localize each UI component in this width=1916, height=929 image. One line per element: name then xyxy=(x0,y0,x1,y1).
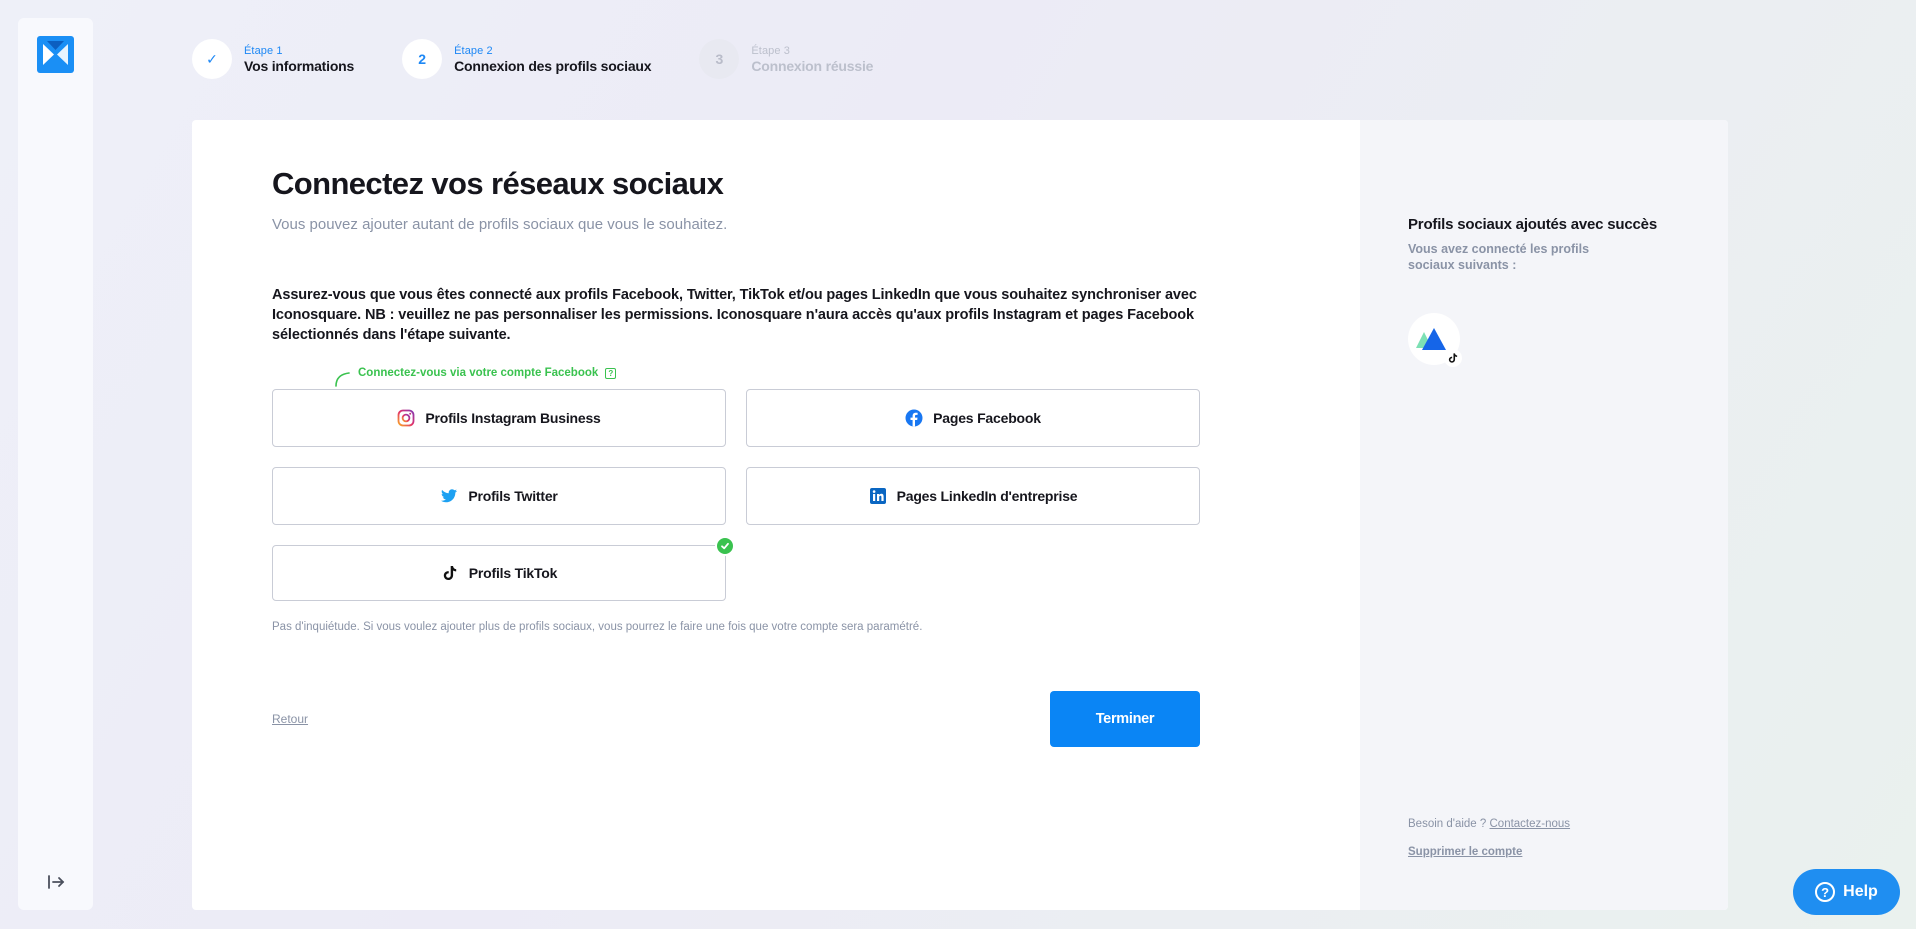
twitter-icon xyxy=(441,489,458,503)
step-3-marker: 3 xyxy=(699,39,740,79)
side-footer: Besoin d'aide ? Contactez-nous Supprimer… xyxy=(1408,818,1570,874)
side-subtitle: Vous avez connecté les profils sociaux s… xyxy=(1408,242,1590,272)
contact-link[interactable]: Contactez-nous xyxy=(1490,818,1571,830)
step-1: ✓ Étape 1 Vos informations xyxy=(192,39,354,79)
connect-panel: Connectez vos réseaux sociaux Vous pouve… xyxy=(192,120,1360,910)
facebook-hint: Connectez-vous via votre compte Facebook… xyxy=(334,365,1360,387)
iconosquare-logo[interactable] xyxy=(37,36,74,73)
tiktok-badge-icon xyxy=(1444,349,1462,367)
step-2-label: Étape 2 xyxy=(454,44,493,57)
finish-button[interactable]: Terminer xyxy=(1050,691,1200,747)
linkedin-button[interactable]: Pages LinkedIn d'entreprise xyxy=(746,467,1200,525)
step-2-title: Connexion des profils sociaux xyxy=(454,57,652,74)
logout-icon[interactable] xyxy=(46,872,66,892)
step-3: 3 Étape 3 Connexion réussie xyxy=(699,39,873,79)
step-3-title: Connexion réussie xyxy=(751,57,874,74)
twitter-button[interactable]: Profils Twitter xyxy=(272,467,726,525)
onboarding-card: Connectez vos réseaux sociaux Vous pouve… xyxy=(192,120,1728,910)
sidebar xyxy=(18,18,93,910)
help-prefix: Besoin d'aide ? xyxy=(1408,818,1487,830)
help-button-label: Help xyxy=(1843,883,1878,900)
connected-profiles-panel: Profils sociaux ajoutés avec succès Vous… xyxy=(1360,120,1728,910)
facebook-button[interactable]: Pages Facebook xyxy=(746,389,1200,447)
help-button[interactable]: ? Help xyxy=(1793,869,1900,915)
facebook-hint-text: Connectez-vous via votre compte Facebook xyxy=(358,367,599,379)
page-subtitle: Vous pouvez ajouter autant de profils so… xyxy=(272,216,728,233)
instagram-button[interactable]: Profils Instagram Business xyxy=(272,389,726,447)
facebook-icon xyxy=(905,409,923,427)
tiktok-button-label: Profils TikTok xyxy=(468,565,558,581)
linkedin-button-label: Pages LinkedIn d'entreprise xyxy=(896,488,1078,504)
instructions-text: Assurez-vous que vous êtes connecté aux … xyxy=(272,287,1197,343)
step-1-marker: ✓ xyxy=(192,39,232,79)
facebook-button-label: Pages Facebook xyxy=(933,410,1041,426)
connected-profile-avatar xyxy=(1408,313,1462,367)
page-title: Connectez vos réseaux sociaux xyxy=(272,166,724,201)
reassurance-note: Pas d'inquiétude. Si vous voulez ajouter… xyxy=(272,621,923,633)
help-row: Besoin d'aide ? Contactez-nous xyxy=(1408,818,1570,830)
step-3-label: Étape 3 xyxy=(751,44,790,57)
footer-actions: Retour Terminer xyxy=(272,691,1200,747)
step-1-label: Étape 1 xyxy=(244,44,283,57)
connected-check-icon xyxy=(715,536,735,556)
tiktok-icon xyxy=(443,566,456,580)
step-1-title: Vos informations xyxy=(244,57,355,74)
step-2: 2 Étape 2 Connexion des profils sociaux xyxy=(402,39,652,79)
delete-account-link[interactable]: Supprimer le compte xyxy=(1408,846,1522,858)
step-2-marker: 2 xyxy=(402,39,443,79)
social-buttons: Profils Instagram Business Pages Faceboo… xyxy=(272,389,1200,601)
instagram-icon xyxy=(397,409,415,427)
side-title: Profils sociaux ajoutés avec succès xyxy=(1408,216,1657,233)
back-link[interactable]: Retour xyxy=(272,712,308,726)
instagram-button-label: Profils Instagram Business xyxy=(425,410,601,426)
curved-arrow-icon xyxy=(335,372,350,387)
question-icon[interactable]: ? xyxy=(605,367,617,379)
help-question-icon: ? xyxy=(1815,882,1836,902)
twitter-button-label: Profils Twitter xyxy=(468,488,558,504)
stepper: ✓ Étape 1 Vos informations 2 Étape 2 Con… xyxy=(192,39,921,79)
linkedin-icon xyxy=(869,488,886,504)
tiktok-button[interactable]: Profils TikTok xyxy=(272,536,735,601)
